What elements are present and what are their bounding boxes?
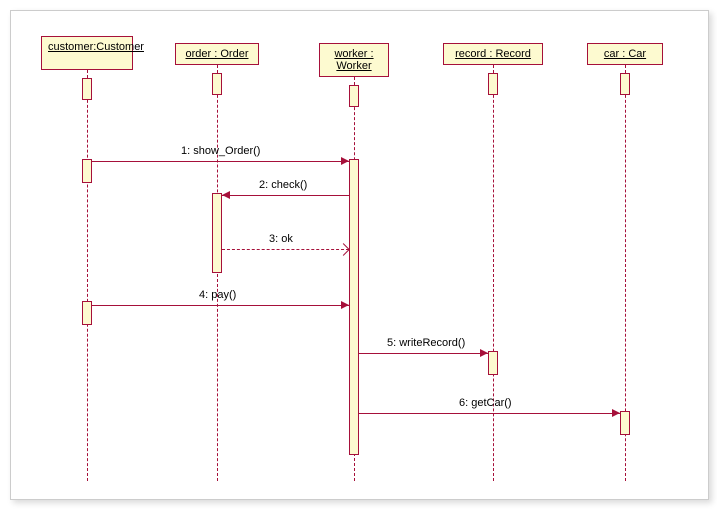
msg2-label: 2: check() [259, 179, 307, 191]
lifeline-dash-record [493, 65, 494, 481]
msg4-label: 4: pay() [199, 289, 236, 301]
activation-order-m2m3 [212, 193, 222, 273]
msg5-arrow [480, 349, 488, 357]
lifeline-car: car : Car [587, 43, 663, 65]
lifeline-dash-order [217, 65, 218, 481]
activation-record-m5 [488, 351, 498, 375]
activation-worker-top [349, 85, 359, 107]
msg2-arrow [222, 191, 230, 199]
activation-customer-m4 [82, 301, 92, 325]
msg3-label: 3: ok [269, 233, 293, 245]
activation-car-top [620, 73, 630, 95]
lifeline-worker-label: worker : Worker [326, 48, 382, 72]
msg6-arrow [612, 409, 620, 417]
msg1-arrow [341, 157, 349, 165]
msg5-label: 5: writeRecord() [387, 337, 465, 349]
activation-customer-top [82, 78, 92, 100]
lifeline-dash-customer [87, 70, 88, 481]
msg3-arrow [337, 243, 350, 256]
activation-customer-m1 [82, 159, 92, 183]
activation-worker-main [349, 159, 359, 455]
lifeline-customer: customer:Customer [41, 36, 133, 70]
activation-record-top [488, 73, 498, 95]
lifeline-customer-label: customer:Customer [48, 41, 144, 53]
lifeline-worker: worker : Worker [319, 43, 389, 77]
lifeline-record: record : Record [443, 43, 543, 65]
msg1-line [92, 161, 349, 162]
msg3-line [222, 249, 349, 250]
msg5-line [359, 353, 488, 354]
lifeline-order-label: order : Order [186, 48, 249, 60]
lifeline-car-label: car : Car [604, 48, 646, 60]
sequence-diagram: customer:Customer order : Order worker :… [10, 10, 709, 500]
activation-order-top [212, 73, 222, 95]
msg6-line [359, 413, 620, 414]
msg4-arrow [341, 301, 349, 309]
msg4-line [92, 305, 349, 306]
msg6-label: 6: getCar() [459, 397, 512, 409]
lifeline-order: order : Order [175, 43, 259, 65]
msg1-label: 1: show_Order() [181, 145, 260, 157]
activation-car-m6 [620, 411, 630, 435]
msg2-line [222, 195, 349, 196]
lifeline-record-label: record : Record [455, 48, 531, 60]
